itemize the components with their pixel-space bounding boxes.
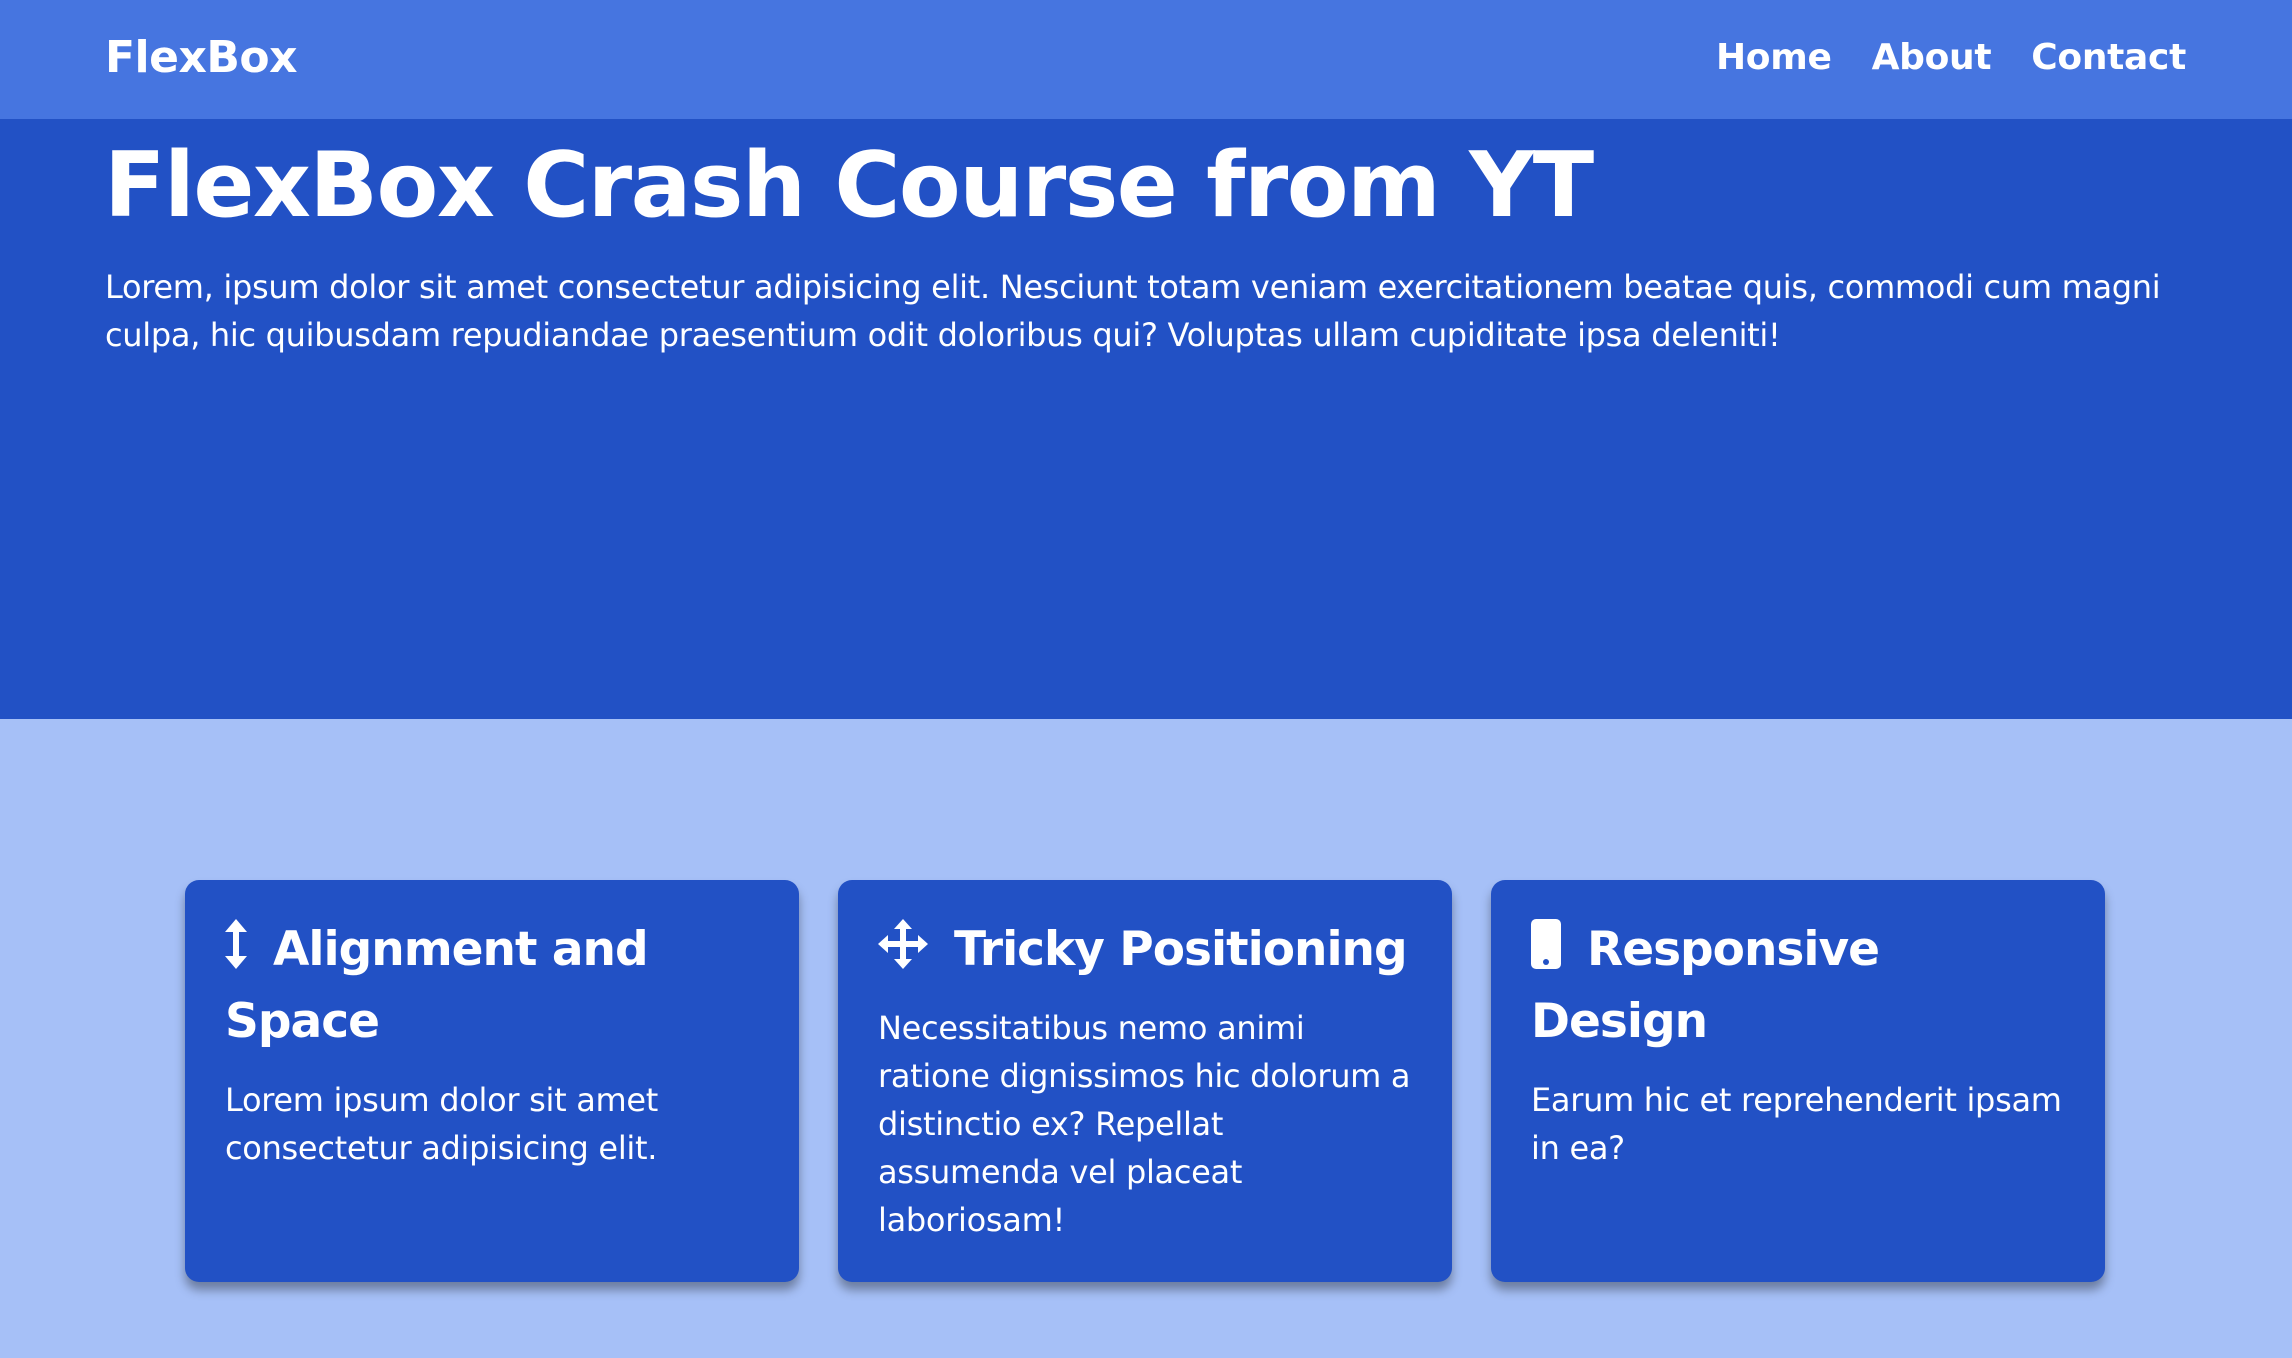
navbar: FlexBox Home About Contact (0, 0, 2292, 119)
nav-item-home: Home (1716, 30, 1832, 86)
card-title-text: Responsive Design (1531, 922, 1880, 1049)
card-title-text: Alignment and Space (225, 922, 649, 1049)
nav-item-contact: Contact (2031, 30, 2186, 86)
feature-card-positioning: Tricky Positioning Necessitatibus nemo a… (838, 880, 1452, 1282)
brand-logo[interactable]: FlexBox (105, 30, 298, 86)
nav-link-about[interactable]: About (1872, 37, 1992, 78)
card-text: Earum hic et reprehenderit ipsam in ea? (1531, 1081, 2062, 1167)
feature-card-responsive: Responsive Design Earum hic et reprehend… (1491, 880, 2105, 1282)
card-title: Alignment and Space (225, 914, 761, 1058)
nav-link-home[interactable]: Home (1716, 37, 1832, 78)
nav-link-contact[interactable]: Contact (2031, 37, 2186, 78)
feature-card-alignment: Alignment and Space Lorem ipsum dolor si… (185, 880, 799, 1282)
nav-links: Home About Contact (1716, 30, 2186, 86)
hero-title: FlexBox Crash Course from YT (104, 133, 1594, 238)
card-title: Responsive Design (1531, 914, 2067, 1058)
card-text: Lorem ipsum dolor sit amet consectetur a… (225, 1081, 659, 1167)
card-title: Tricky Positioning (878, 914, 1414, 986)
nav-item-about: About (1872, 30, 1992, 86)
card-text: Necessitatibus nemo animi ratione dignis… (878, 1009, 1411, 1239)
feature-cards: Alignment and Space Lorem ipsum dolor si… (185, 880, 2105, 1282)
move-arrows-icon (878, 919, 928, 969)
mobile-phone-icon (1531, 919, 1561, 969)
card-title-text: Tricky Positioning (954, 922, 1408, 977)
vertical-arrows-icon (225, 919, 247, 969)
hero-section: FlexBox Crash Course from YT Lorem, ipsu… (0, 119, 2292, 719)
hero-text: Lorem, ipsum dolor sit amet consectetur … (105, 268, 2161, 354)
